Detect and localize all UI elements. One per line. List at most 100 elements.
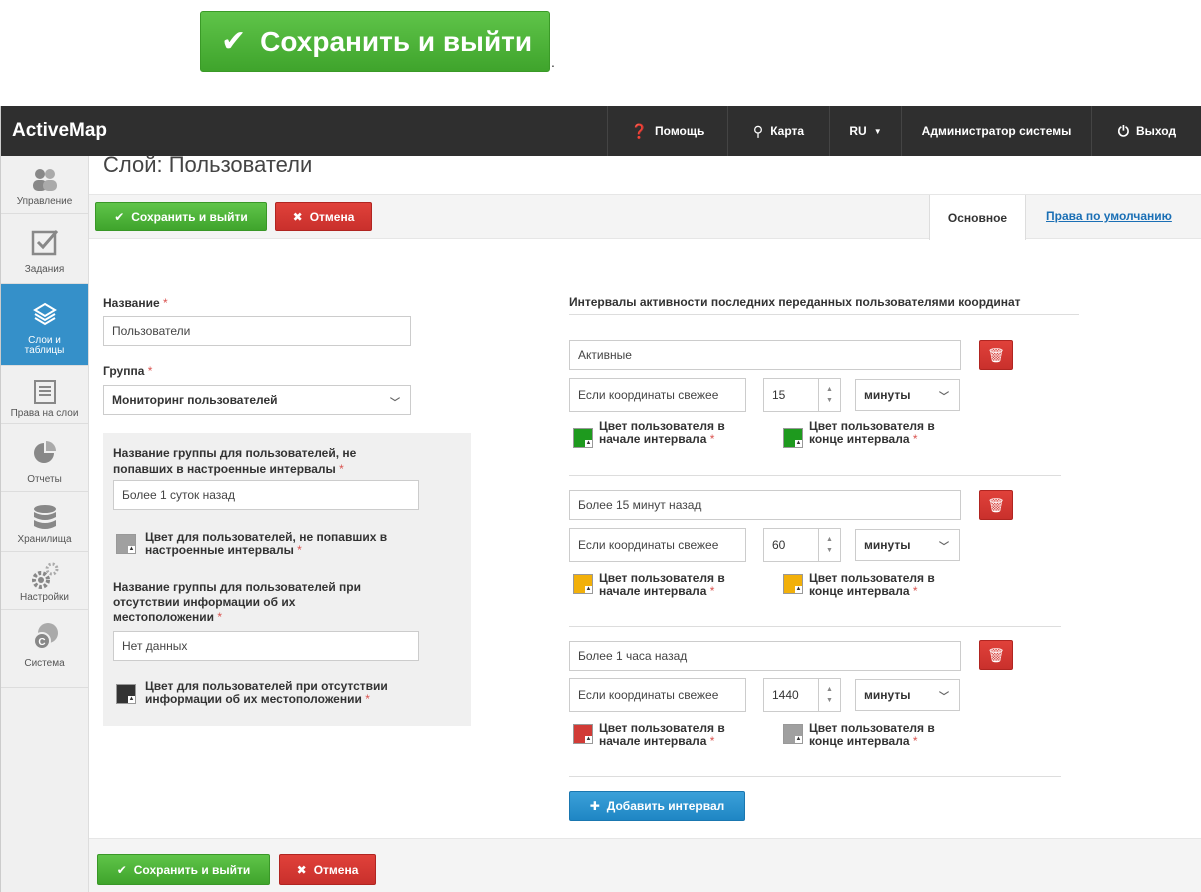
not-in-intervals-input[interactable]: Более 1 суток назад: [113, 480, 419, 510]
interval-name-input[interactable]: Более 15 минут назад: [569, 490, 961, 520]
caret-icon: ▲: [795, 736, 802, 743]
nav-user-label: Администратор системы: [921, 124, 1072, 138]
save-and-exit-label: Сохранить и выйти: [133, 862, 251, 877]
interval-value: 1440: [772, 688, 799, 702]
list-icon: [33, 376, 57, 408]
delete-interval-button[interactable]: 🗑: [979, 490, 1013, 520]
chevron-down-icon: ﹀: [939, 692, 949, 703]
sidebar-item-label: Хранилища: [17, 534, 72, 545]
cancel-button[interactable]: ✖ Отмена: [275, 202, 372, 231]
end-color-picker[interactable]: ▲: [783, 428, 803, 448]
page-title: Слой: Пользователи: [103, 152, 313, 177]
cancel-button[interactable]: ✖ Отмена: [279, 854, 376, 885]
end-color-label: Цвет пользователя в конце интервала *: [809, 571, 935, 598]
add-interval-button[interactable]: ✚ Добавить интервал: [569, 791, 745, 821]
interval-name-input[interactable]: Более 1 часа назад: [569, 641, 961, 671]
database-icon: [32, 502, 58, 534]
start-color-picker[interactable]: ▲: [573, 574, 593, 594]
sidebar-item-settings[interactable]: Настройки: [1, 552, 88, 610]
fresh-label-field: Если координаты свежее: [569, 378, 746, 412]
caret-icon: ▲: [585, 736, 592, 743]
divider: [569, 314, 1079, 315]
sidebar-item-layer-rights[interactable]: Права на слои: [1, 366, 88, 424]
brand-logo[interactable]: ActiveMap: [12, 120, 107, 142]
nav-language-dropdown[interactable]: RU ▼: [829, 106, 901, 156]
close-icon: ✖: [292, 209, 303, 224]
tab-default-rights[interactable]: Права по умолчанию: [1046, 209, 1172, 223]
interval-name-input[interactable]: Активные: [569, 340, 961, 370]
cancel-label: Отмена: [309, 209, 355, 224]
name-label: Название *: [103, 296, 168, 310]
sidebar-item-layers[interactable]: Слои и таблицы: [1, 284, 88, 366]
interval-unit-select[interactable]: минуты ﹀: [855, 679, 960, 711]
cancel-label: Отмена: [313, 862, 359, 877]
interval-value: 60: [772, 538, 786, 552]
fresh-label-field: Если координаты свежее: [569, 528, 746, 562]
no-location-input[interactable]: Нет данных: [113, 631, 419, 661]
not-in-intervals-label: Название группы для пользователей, не по…: [113, 446, 357, 476]
end-color-picker[interactable]: ▲: [783, 724, 803, 744]
checkbox-icon: [31, 226, 59, 258]
save-and-exit-button[interactable]: ✔ Сохранить и выйти: [95, 202, 267, 231]
nav-logout-label: Выход: [1136, 124, 1177, 138]
checkmark-icon: ✔: [116, 862, 127, 877]
not-in-intervals-color-picker[interactable]: ▲: [116, 534, 136, 554]
trash-icon: 🗑: [987, 496, 1005, 513]
no-location-color-label: Цвет для пользователей при отсутствии ин…: [145, 679, 388, 706]
divider: [569, 626, 1061, 627]
sidebar-item-storage[interactable]: Хранилища: [1, 492, 88, 552]
users-icon: [30, 164, 60, 196]
start-color-picker[interactable]: ▲: [573, 428, 593, 448]
tab-main[interactable]: Основное: [929, 195, 1026, 240]
stepper-arrows-icon[interactable]: ▲ ▼: [818, 679, 840, 711]
end-color-picker[interactable]: ▲: [783, 574, 803, 594]
sidebar-item-management[interactable]: Управление: [1, 156, 88, 214]
nav-help[interactable]: ❓ Помощь: [607, 106, 727, 156]
sidebar-item-reports[interactable]: Отчеты: [1, 424, 88, 492]
stepper-arrows-icon[interactable]: ▲ ▼: [818, 529, 840, 561]
start-color-label: Цвет пользователя в начале интервала *: [599, 419, 725, 446]
app-window: ActiveMap ❓ Помощь ⚲ Карта RU ▼ Админист…: [0, 106, 1201, 892]
interval-value: 15: [772, 388, 786, 402]
sidebar-item-label: Задания: [24, 264, 65, 275]
interval-value-stepper[interactable]: 60 ▲ ▼: [763, 528, 841, 562]
start-color-picker[interactable]: ▲: [573, 724, 593, 744]
sidebar-item-label: Настройки: [19, 592, 70, 603]
interval-unit-select[interactable]: минуты ﹀: [855, 379, 960, 411]
sidebar-item-tasks[interactable]: Задания: [1, 214, 88, 284]
stepper-arrows-icon[interactable]: ▲ ▼: [818, 379, 840, 411]
nav-user[interactable]: Администратор системы: [901, 106, 1091, 156]
group-select[interactable]: Мониторинг пользователей ﹀: [103, 385, 411, 415]
delete-interval-button[interactable]: 🗑: [979, 640, 1013, 670]
no-location-color-picker[interactable]: ▲: [116, 684, 136, 704]
plus-icon: ✚: [589, 799, 600, 813]
close-icon: ✖: [296, 862, 307, 877]
caret-icon: ▲: [795, 440, 802, 447]
layers-icon: [32, 298, 57, 330]
chevron-down-icon: ﹀: [939, 392, 949, 403]
end-color-label: Цвет пользователя в конце интервала *: [809, 721, 935, 748]
sidebar-item-system[interactable]: C Система: [1, 610, 88, 688]
interval-unit-value: минуты: [864, 688, 911, 702]
nav-logout[interactable]: ⏻ Выход: [1091, 106, 1201, 156]
interval-unit-select[interactable]: минуты ﹀: [855, 529, 960, 561]
action-bar: ✔ Сохранить и выйти ✖ Отмена Основное Пр…: [89, 194, 1201, 240]
interval-value-stepper[interactable]: 15 ▲ ▼: [763, 378, 841, 412]
save-and-exit-label: Сохранить и выйти: [131, 209, 248, 224]
intervals-title: Интервалы активности последних переданны…: [569, 295, 1021, 309]
caret-icon: ▲: [585, 586, 592, 593]
nav-map[interactable]: ⚲ Карта: [727, 106, 829, 156]
checkmark-icon: ✔: [221, 25, 247, 58]
map-marker-icon: ⚲: [752, 122, 764, 139]
save-and-exit-button[interactable]: ✔ Сохранить и выйти: [97, 854, 270, 885]
delete-interval-button[interactable]: 🗑: [979, 340, 1013, 370]
interval-value-stepper[interactable]: 1440 ▲ ▼: [763, 678, 841, 712]
footer-action-bar: ✔ Сохранить и выйти ✖ Отмена: [89, 838, 1201, 892]
start-color-label: Цвет пользователя в начале интервала *: [599, 721, 725, 748]
checkmark-icon: ✔: [114, 209, 125, 224]
sidebar-item-label: Управление: [16, 196, 73, 207]
caret-down-icon: ▼: [873, 126, 882, 136]
question-circle-icon: ❓: [630, 122, 649, 139]
save-and-exit-large-button[interactable]: ✔ Сохранить и выйти: [200, 11, 550, 72]
name-input[interactable]: Пользователи: [103, 316, 411, 346]
